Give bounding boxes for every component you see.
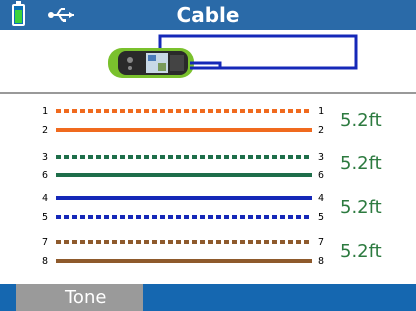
pair-length: 5.2ft xyxy=(340,241,382,262)
pin-label-left: 4 xyxy=(42,193,48,204)
pin-label-right: 2 xyxy=(318,125,324,136)
tone-softkey[interactable]: Tone xyxy=(16,284,143,311)
pin-label-left: 5 xyxy=(42,212,48,223)
pin-label-right: 7 xyxy=(318,237,324,248)
wire-5: 5 5 xyxy=(42,212,324,223)
pin-label-left: 1 xyxy=(42,106,48,117)
pair-length: 5.2ft xyxy=(340,153,382,174)
tester-device-icon xyxy=(108,48,194,78)
wire-1: 1 1 xyxy=(42,106,324,117)
pin-label-right: 8 xyxy=(318,256,324,267)
wire-6: 6 6 xyxy=(42,170,324,181)
wire-8: 8 8 xyxy=(42,256,324,267)
pin-label-left: 2 xyxy=(42,125,48,136)
pin-label-left: 7 xyxy=(42,237,48,248)
pair-length: 5.2ft xyxy=(340,197,382,218)
page-title: Cable xyxy=(176,3,240,27)
pin-label-right: 6 xyxy=(318,170,324,181)
pin-label-right: 4 xyxy=(318,193,324,204)
wire-7: 7 7 xyxy=(42,237,324,248)
title-bar: Cable xyxy=(0,0,416,30)
pin-label-right: 3 xyxy=(318,152,324,163)
pair-length: 5.2ft xyxy=(340,110,382,131)
pin-label-right: 5 xyxy=(318,212,324,223)
pin-label-right: 1 xyxy=(318,106,324,117)
pin-label-left: 3 xyxy=(42,152,48,163)
cable-diagram xyxy=(108,34,358,78)
wire-4: 4 4 xyxy=(42,193,324,204)
wire-2: 2 2 xyxy=(42,125,324,136)
pin-label-left: 8 xyxy=(42,256,48,267)
pin-label-left: 6 xyxy=(42,170,48,181)
wire-3: 3 3 xyxy=(42,152,324,163)
